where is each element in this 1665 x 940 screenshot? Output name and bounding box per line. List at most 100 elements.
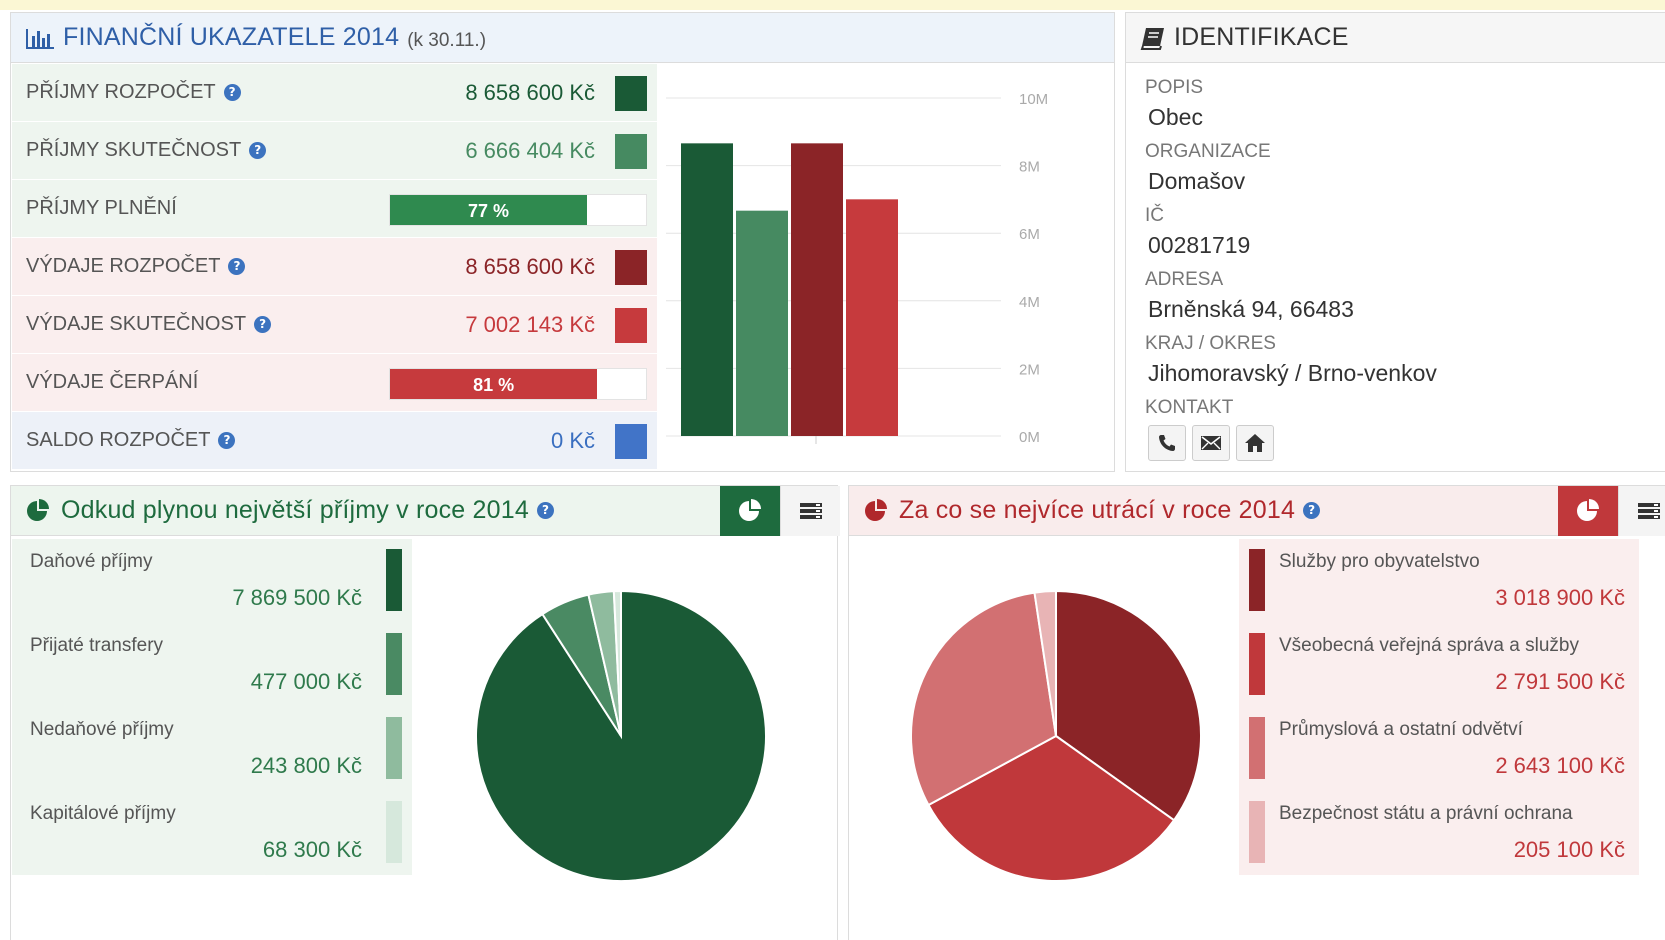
indicator-value: 7 002 143 Kč bbox=[465, 311, 595, 337]
category-color-swatch bbox=[1249, 549, 1265, 611]
category-color-swatch bbox=[386, 549, 402, 611]
field-key-contact: KONTAKT bbox=[1145, 397, 1234, 418]
category-item: Služby pro obyvatelstvo 3 018 900 Kč bbox=[1239, 539, 1639, 623]
list-view-button[interactable] bbox=[780, 486, 840, 536]
book-icon bbox=[1140, 27, 1164, 50]
identification-body: POPIS Obec ORGANIZACE Domašov IČ 0028171… bbox=[1145, 71, 1437, 461]
category-color-swatch bbox=[1249, 801, 1265, 863]
identification-panel-title: IDENTIFIKACE bbox=[1174, 23, 1349, 51]
indicator-label: PŘÍJMY SKUTEČNOST? bbox=[26, 139, 267, 162]
field-key-region: KRAJ / OKRES bbox=[1145, 333, 1276, 354]
help-icon[interactable]: ? bbox=[536, 502, 554, 519]
indicator-row: VÝDAJE ROZPOČET? 8 658 600 Kč bbox=[12, 238, 657, 296]
progress-fill: 77 % bbox=[390, 195, 588, 225]
field-value-address: Brněnská 94, 66483 bbox=[1148, 296, 1354, 322]
y-tick-label: 0M bbox=[1019, 429, 1040, 446]
category-item: Bezpečnost státu a právní ochrana 205 100… bbox=[1239, 791, 1639, 875]
contact-buttons bbox=[1148, 425, 1437, 461]
expense-pie-chart bbox=[910, 589, 1202, 882]
indicator-rows: PŘÍJMY ROZPOČET? 8 658 600 Kč PŘÍJMY SKUTE… bbox=[12, 64, 657, 470]
budget-bar-chart: 0M 2M 4M 6M 8M 10M bbox=[666, 91, 1048, 446]
help-icon[interactable]: ? bbox=[218, 432, 236, 449]
list-icon bbox=[799, 503, 822, 519]
field-value-description: Obec bbox=[1148, 104, 1203, 130]
website-button[interactable] bbox=[1236, 425, 1274, 461]
field-key-ico: IČ bbox=[1145, 205, 1164, 226]
indicator-label-text: VÝDAJE ČERPÁNÍ bbox=[26, 371, 199, 393]
indicator-label-text: VÝDAJE ROZPOČET bbox=[26, 255, 221, 277]
category-name: Daňové příjmy bbox=[30, 551, 153, 572]
category-color-swatch bbox=[1249, 717, 1265, 779]
category-item: Přijaté transfery 477 000 Kč bbox=[12, 623, 412, 707]
indicator-label: VÝDAJE ČERPÁNÍ bbox=[26, 371, 198, 394]
indicator-label: VÝDAJE ROZPOČET? bbox=[26, 255, 246, 278]
pie-chart-icon bbox=[865, 498, 887, 521]
financial-panel-header: FINANČNÍ UKAZATELE 2014 (k 30.11.) bbox=[11, 13, 1114, 63]
category-color-swatch bbox=[386, 717, 402, 779]
pie-view-button[interactable] bbox=[1558, 486, 1618, 536]
expense-panel: Za co se nejvíce utrácí v roce 2014 ? Sl… bbox=[848, 485, 1665, 940]
color-swatch bbox=[615, 424, 647, 459]
income-panel-header: Odkud plynou největší příjmy v roce 2014… bbox=[11, 486, 840, 536]
category-amount: 205 100 Kč bbox=[1513, 837, 1625, 862]
identification-panel: IDENTIFIKACE POPIS Obec ORGANIZACE Domaš… bbox=[1125, 12, 1665, 472]
category-amount: 2 791 500 Kč bbox=[1495, 669, 1625, 694]
y-tick-label: 8M bbox=[1019, 159, 1040, 176]
category-name: Služby pro obyvatelstvo bbox=[1279, 551, 1480, 572]
category-color-swatch bbox=[1249, 633, 1265, 695]
field-value-organization: Domašov bbox=[1148, 168, 1246, 194]
color-swatch bbox=[615, 250, 647, 285]
progress-fill: 81 % bbox=[390, 369, 598, 399]
income-pie-chart bbox=[475, 589, 767, 882]
identification-panel-header: IDENTIFIKACE bbox=[1126, 13, 1665, 63]
phone-button[interactable] bbox=[1148, 425, 1186, 461]
indicator-label: PŘÍJMY ROZPOČET? bbox=[26, 81, 241, 104]
expense-panel-header: Za co se nejvíce utrácí v roce 2014 ? bbox=[849, 486, 1665, 536]
help-icon[interactable]: ? bbox=[249, 142, 267, 159]
pie-view-button[interactable] bbox=[720, 486, 780, 536]
indicator-value: 6 666 404 Kč bbox=[465, 137, 595, 163]
email-button[interactable] bbox=[1192, 425, 1230, 461]
field-value-region: Jihomoravský / Brno-venkov bbox=[1148, 360, 1437, 386]
category-item: Kapitálové příjmy 68 300 Kč bbox=[12, 791, 412, 875]
help-icon[interactable]: ? bbox=[228, 258, 246, 275]
income-panel: Odkud plynou největší příjmy v roce 2014… bbox=[10, 485, 840, 940]
indicator-row: PŘÍJMY ROZPOČET? 8 658 600 Kč bbox=[12, 64, 657, 122]
indicator-label: SALDO ROZPOČET? bbox=[26, 429, 236, 452]
indicator-value: 8 658 600 Kč bbox=[465, 79, 595, 105]
category-item: Nedaňové příjmy 243 800 Kč bbox=[12, 707, 412, 791]
top-strip bbox=[0, 0, 1665, 10]
help-icon[interactable]: ? bbox=[223, 84, 241, 101]
financial-panel-subtitle: (k 30.11.) bbox=[407, 29, 487, 51]
indicator-label-text: VÝDAJE SKUTEČNOST bbox=[26, 313, 247, 335]
y-tick-label: 10M bbox=[1019, 91, 1048, 108]
help-icon[interactable]: ? bbox=[254, 316, 272, 333]
bar-1 bbox=[681, 143, 733, 436]
category-color-swatch bbox=[386, 633, 402, 695]
list-view-button[interactable] bbox=[1618, 486, 1665, 536]
help-icon[interactable]: ? bbox=[1303, 502, 1321, 519]
indicator-label: VÝDAJE SKUTEČNOST? bbox=[26, 313, 272, 336]
indicator-row: PŘÍJMY SKUTEČNOST? 6 666 404 Kč bbox=[12, 122, 657, 180]
category-name: Průmyslová a ostatní odvětví bbox=[1279, 719, 1523, 740]
indicator-row: VÝDAJE SKUTEČNOST? 7 002 143 Kč bbox=[12, 296, 657, 354]
category-name: Nedaňové příjmy bbox=[30, 719, 174, 740]
financial-panel-title: FINANČNÍ UKAZATELE 2014 bbox=[63, 23, 400, 51]
expense-panel-title: Za co se nejvíce utrácí v roce 2014 bbox=[899, 496, 1296, 524]
category-amount: 2 643 100 Kč bbox=[1495, 753, 1625, 778]
pie-chart-icon bbox=[27, 498, 49, 521]
pie-chart-icon bbox=[739, 499, 761, 521]
indicator-value: 0 Kč bbox=[550, 427, 595, 453]
category-amount: 3 018 900 Kč bbox=[1495, 585, 1625, 610]
category-color-swatch bbox=[386, 801, 402, 863]
pie-chart-icon bbox=[1577, 499, 1599, 521]
category-item: Průmyslová a ostatní odvětví 2 643 100 Kč bbox=[1239, 707, 1639, 791]
bar-chart-icon bbox=[26, 28, 54, 49]
bar-2 bbox=[736, 210, 788, 436]
indicator-label-text: PŘÍJMY PLNĚNÍ bbox=[26, 197, 177, 219]
category-amount: 477 000 Kč bbox=[250, 669, 362, 694]
indicator-label-text: PŘÍJMY SKUTEČNOST bbox=[26, 139, 242, 161]
home-icon bbox=[1245, 434, 1265, 452]
field-value-ico: 00281719 bbox=[1148, 232, 1251, 258]
field-key-address: ADRESA bbox=[1145, 269, 1224, 290]
